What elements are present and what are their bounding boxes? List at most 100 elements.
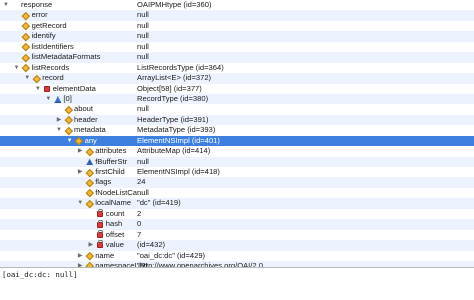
tree-row-response[interactable]: ▼ response OAIPMHtype (id=360)	[0, 0, 474, 10]
disclosure-open-icon[interactable]: ▼	[34, 84, 42, 94]
tree-row-localname[interactable]: ▼ localName "dc" (id=419)	[0, 198, 474, 209]
variable-value: "oai_dc:dc" (id=429)	[137, 250, 206, 260]
tree-row-header[interactable]: ▶ header HeaderType (id=391)	[0, 114, 474, 126]
variable-name: offset	[105, 229, 125, 239]
field-diamond-icon	[85, 178, 94, 187]
variable-name: count	[105, 208, 125, 218]
variable-value: null	[137, 104, 149, 114]
variable-value: HeaderType (id=391)	[137, 114, 209, 124]
field-diamond-icon	[22, 63, 31, 72]
field-diamond-icon	[64, 126, 73, 135]
disclosure-closed-icon[interactable]: ▶	[55, 115, 63, 125]
disclosure-open-icon[interactable]: ▼	[23, 73, 31, 83]
tree-row-offset[interactable]: offset 7	[0, 230, 474, 240]
variable-value: 24	[137, 177, 146, 187]
tree-row-getrecord[interactable]: getRecord null	[0, 21, 474, 31]
field-diamond-icon	[85, 147, 94, 156]
tree-row-listmetadataformats[interactable]: listMetadataFormats null	[0, 52, 474, 63]
variable-name: name	[95, 250, 115, 260]
disclosure-open-icon[interactable]: ▼	[44, 94, 52, 104]
tree-row-listidentifiers[interactable]: listIdentifiers null	[0, 42, 474, 52]
variable-value: RecordType (id=380)	[137, 93, 209, 103]
tree-row-hash[interactable]: hash 0	[0, 219, 474, 230]
variable-name: firstChild	[95, 167, 125, 176]
variable-value: ElementNSImpl (id=401)	[137, 135, 220, 145]
tree-row-0[interactable]: ▼ [0] RecordType (id=380)	[0, 93, 474, 105]
private-field-icon	[96, 240, 104, 249]
variable-name: response	[21, 0, 53, 9]
tree-row-attributes[interactable]: ▶ attributes AttributeMap (id=414)	[0, 146, 474, 156]
tree-row-count[interactable]: count 2	[0, 209, 474, 219]
tree-row-fbufferstr[interactable]: fBufferStr null	[0, 156, 474, 167]
disclosure-open-icon[interactable]: ▼	[76, 198, 84, 208]
field-diamond-icon	[75, 137, 84, 145]
variable-name: getRecord	[31, 20, 67, 30]
tree-row-about[interactable]: about null	[0, 104, 474, 114]
variable-value: null	[137, 156, 149, 166]
disclosure-closed-icon[interactable]: ▶	[76, 146, 84, 156]
tree-row-flags[interactable]: flags 24	[0, 177, 474, 188]
variable-name: [0]	[63, 93, 72, 103]
variable-value: null	[137, 187, 149, 197]
variable-name: attributes	[95, 146, 127, 156]
variable-value: "dc" (id=419)	[137, 198, 181, 208]
variable-value: Object[58] (id=377)	[137, 83, 202, 93]
disclosure-open-icon[interactable]: ▼	[55, 125, 63, 135]
private-field-icon	[96, 219, 104, 228]
field-diamond-icon	[22, 43, 31, 52]
field-diamond-icon	[22, 32, 31, 41]
tree-row-any[interactable]: ▼ any ElementNSImpl (id=401)	[0, 135, 474, 147]
tree-row-value[interactable]: ▶ value (id=432)	[0, 240, 474, 251]
variable-value: 7	[137, 229, 142, 239]
tree-row-elementdata[interactable]: ▼ elementData Object[58] (id=377)	[0, 84, 474, 94]
tree-row-name[interactable]: ▶ name "oai_dc:dc" (id=429)	[0, 251, 474, 261]
variable-name: identify	[31, 31, 56, 41]
disclosure-closed-icon[interactable]: ▶	[76, 251, 84, 261]
variable-value: ListRecordsType (id=364)	[137, 62, 224, 72]
field-diamond-icon	[64, 105, 73, 114]
variable-value: null	[137, 52, 149, 62]
tree-row-error[interactable]: error null	[0, 10, 474, 21]
variable-name: listIdentifiers	[31, 41, 74, 51]
variable-value: null	[137, 31, 149, 41]
variable-name: record	[42, 73, 64, 83]
disclosure-closed-icon[interactable]: ▶	[76, 167, 84, 177]
tree-row-record[interactable]: ▼ record ArrayList<E> (id=372)	[0, 73, 474, 84]
variable-name: header	[74, 114, 98, 124]
field-diamond-icon	[22, 53, 31, 62]
variable-name: listRecords	[31, 62, 70, 72]
private-field-icon	[96, 230, 104, 239]
field-diamond-icon	[32, 74, 41, 83]
tree-row-metadata[interactable]: ▼ metadata MetadataType (id=393)	[0, 125, 474, 135]
tree-row-identify[interactable]: identify null	[0, 31, 474, 42]
variable-value: null	[137, 20, 149, 30]
variable-name: elementData	[52, 83, 96, 93]
variables-tree[interactable]: ▼ response OAIPMHtype (id=360) error null get…	[0, 0, 474, 267]
array-element-icon	[54, 95, 62, 103]
disclosure-open-icon[interactable]: ▼	[66, 136, 74, 146]
variable-name: listMetadataFormats	[31, 52, 101, 62]
variable-value: 2	[137, 208, 142, 218]
private-field-icon	[43, 85, 50, 92]
detail-text: [oai_dc:dc: null]	[2, 270, 78, 279]
tree-row-listrecords[interactable]: ▼ listRecords ListRecordsType (id=364)	[0, 63, 474, 73]
disclosure-open-icon[interactable]: ▼	[13, 63, 21, 73]
variable-name: flags	[95, 177, 112, 187]
field-diamond-icon	[85, 199, 94, 208]
variable-name: hash	[105, 219, 123, 229]
tree-row-fnodelistca[interactable]: fNodeListCa... null	[0, 188, 474, 198]
detail-pane[interactable]: [oai_dc:dc: null]	[0, 267, 474, 300]
field-diamond-icon	[22, 22, 31, 31]
tree-row-firstchild[interactable]: ▶ firstChild ElementNSImpl (id=418)	[0, 167, 474, 177]
variable-value: 0	[137, 219, 142, 229]
variable-name: localName	[95, 198, 132, 208]
private-field-icon	[96, 209, 104, 218]
disclosure-closed-icon[interactable]: ▶	[87, 240, 95, 250]
disclosure-open-icon[interactable]: ▼	[2, 0, 10, 10]
variable-value: ElementNSImpl (id=418)	[137, 167, 220, 176]
field-diamond-icon	[64, 116, 73, 125]
variable-name: metadata	[74, 125, 106, 135]
variable-value: OAIPMHtype (id=360)	[137, 0, 212, 9]
field-diamond-icon	[22, 11, 31, 20]
field-diamond-icon	[85, 189, 94, 198]
